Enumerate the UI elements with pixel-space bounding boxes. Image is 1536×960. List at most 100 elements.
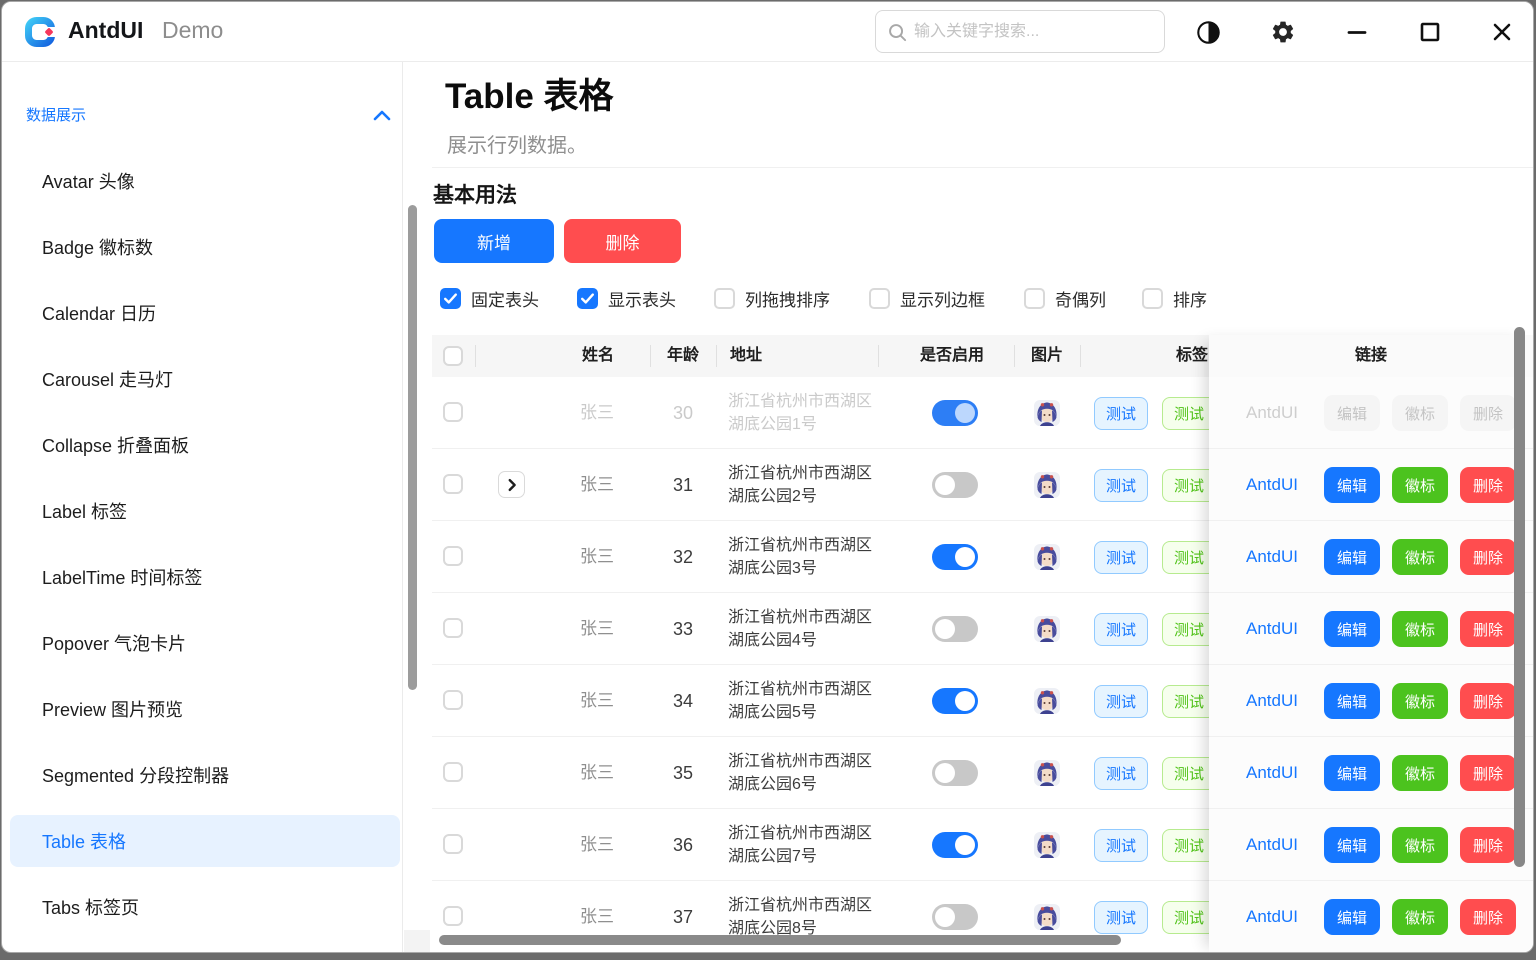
- row-checkbox[interactable]: [443, 834, 463, 854]
- cell-image[interactable]: [1034, 904, 1060, 930]
- enabled-toggle-on[interactable]: [932, 544, 978, 570]
- delete-row-button[interactable]: 删除: [1460, 683, 1516, 719]
- option-checkbox[interactable]: 固定表头: [440, 285, 539, 311]
- delete-row-button[interactable]: 删除: [1460, 611, 1516, 647]
- vertical-scrollbar[interactable]: [1514, 327, 1525, 867]
- antdui-link[interactable]: AntdUI: [1230, 593, 1314, 665]
- cell-image[interactable]: [1034, 472, 1060, 498]
- row-checkbox[interactable]: [443, 690, 463, 710]
- cell-image[interactable]: [1034, 400, 1060, 426]
- sidebar-item-collapse[interactable]: Collapse 折叠面板: [2, 412, 402, 478]
- close-button[interactable]: [1484, 15, 1520, 49]
- cell-name: 张三: [547, 521, 647, 593]
- row-checkbox[interactable]: [443, 474, 463, 494]
- option-label: 显示表头: [608, 286, 676, 311]
- edit-button[interactable]: 编辑: [1324, 539, 1380, 575]
- badge-button[interactable]: 徽标: [1392, 611, 1448, 647]
- minimize-button[interactable]: [1339, 15, 1375, 49]
- option-checkbox[interactable]: 显示列边框: [869, 285, 985, 311]
- sidebar-item-badge[interactable]: Badge 徽标数: [2, 214, 402, 280]
- badge-button[interactable]: 徽标: [1392, 899, 1448, 935]
- search-input[interactable]: [912, 12, 1156, 51]
- sidebar-item-label: Tabs 标签页: [42, 874, 139, 940]
- row-checkbox[interactable]: [443, 546, 463, 566]
- enabled-toggle-off[interactable]: [932, 616, 978, 642]
- enabled-toggle-off[interactable]: [932, 904, 978, 930]
- enabled-toggle-off[interactable]: [932, 760, 978, 786]
- delete-button[interactable]: 删除: [564, 219, 681, 263]
- badge-button[interactable]: 徽标: [1392, 683, 1448, 719]
- enabled-toggle-on[interactable]: [932, 400, 978, 426]
- checkbox-checked-icon[interactable]: [440, 288, 461, 309]
- sidebar-item-carousel[interactable]: Carousel 走马灯: [2, 346, 402, 412]
- row-expand-button[interactable]: [498, 471, 525, 498]
- edit-button[interactable]: 编辑: [1324, 611, 1380, 647]
- edit-button[interactable]: 编辑: [1324, 467, 1380, 503]
- checkbox-unchecked-icon[interactable]: [869, 288, 890, 309]
- delete-row-button[interactable]: 删除: [1460, 539, 1516, 575]
- select-all-checkbox[interactable]: [443, 346, 463, 366]
- antdui-link[interactable]: AntdUI: [1230, 665, 1314, 737]
- sidebar-item-label: Collapse 折叠面板: [42, 412, 189, 478]
- add-button[interactable]: 新增: [434, 219, 554, 263]
- theme-toggle-button[interactable]: [1190, 15, 1226, 49]
- checkbox-unchecked-icon[interactable]: [714, 288, 735, 309]
- sidebar-scrollbar[interactable]: [408, 205, 417, 690]
- antdui-link[interactable]: AntdUI: [1230, 881, 1314, 953]
- horizontal-scrollbar[interactable]: [439, 935, 1121, 945]
- badge-button[interactable]: 徽标: [1392, 827, 1448, 863]
- enabled-toggle-on[interactable]: [932, 832, 978, 858]
- option-checkbox[interactable]: 排序: [1142, 285, 1207, 311]
- checkbox-checked-icon[interactable]: [577, 288, 598, 309]
- sidebar-item-labeltime[interactable]: LabelTime 时间标签: [2, 544, 402, 610]
- sidebar-item-popover[interactable]: Popover 气泡卡片: [2, 610, 402, 676]
- cell-image[interactable]: [1034, 688, 1060, 714]
- antdui-link[interactable]: AntdUI: [1230, 809, 1314, 881]
- option-checkbox[interactable]: 奇偶列: [1024, 285, 1106, 311]
- enabled-toggle-off[interactable]: [932, 472, 978, 498]
- checkbox-unchecked-icon[interactable]: [1024, 288, 1045, 309]
- cell-address: 浙江省杭州市西湖区湖底公园7号: [728, 809, 874, 881]
- delete-row-button[interactable]: 删除: [1460, 755, 1516, 791]
- option-checkbox[interactable]: 显示表头: [577, 285, 676, 311]
- edit-button[interactable]: 编辑: [1324, 755, 1380, 791]
- row-checkbox[interactable]: [443, 762, 463, 782]
- edit-button[interactable]: 编辑: [1324, 899, 1380, 935]
- checkbox-unchecked-icon[interactable]: [1142, 288, 1163, 309]
- row-checkbox[interactable]: [443, 906, 463, 926]
- sidebar-item-segmented[interactable]: Segmented 分段控制器: [2, 742, 402, 808]
- cell-image[interactable]: [1034, 544, 1060, 570]
- cell-image[interactable]: [1034, 760, 1060, 786]
- option-checkbox[interactable]: 列拖拽排序: [714, 285, 830, 311]
- edit-button[interactable]: 编辑: [1324, 827, 1380, 863]
- avatar-image: [1034, 544, 1060, 570]
- row-checkbox[interactable]: [443, 402, 463, 422]
- badge-button[interactable]: 徽标: [1392, 755, 1448, 791]
- cell-address: 浙江省杭州市西湖区湖底公园3号: [728, 521, 874, 593]
- settings-button[interactable]: [1265, 15, 1301, 49]
- badge-button[interactable]: 徽标: [1392, 467, 1448, 503]
- tag-green: 测试: [1162, 757, 1216, 790]
- badge-button[interactable]: 徽标: [1392, 539, 1448, 575]
- cell-image[interactable]: [1034, 832, 1060, 858]
- sidebar-item-avatar[interactable]: Avatar 头像: [2, 148, 402, 214]
- cell-image[interactable]: [1034, 616, 1060, 642]
- antdui-link[interactable]: AntdUI: [1230, 737, 1314, 809]
- delete-row-button[interactable]: 删除: [1460, 899, 1516, 935]
- cell-address: 浙江省杭州市西湖区湖底公园4号: [728, 593, 874, 665]
- sidebar-item-table[interactable]: Table 表格: [2, 808, 402, 874]
- edit-button[interactable]: 编辑: [1324, 683, 1380, 719]
- delete-row-button[interactable]: 删除: [1460, 827, 1516, 863]
- sidebar-item-tabs[interactable]: Tabs 标签页: [2, 874, 402, 940]
- antdui-link[interactable]: AntdUI: [1230, 449, 1314, 521]
- enabled-toggle-on[interactable]: [932, 688, 978, 714]
- antdui-link[interactable]: AntdUI: [1230, 521, 1314, 593]
- chevron-up-icon[interactable]: [371, 106, 393, 124]
- sidebar-item-calendar[interactable]: Calendar 日历: [2, 280, 402, 346]
- row-checkbox[interactable]: [443, 618, 463, 638]
- maximize-button[interactable]: [1412, 15, 1448, 49]
- sidebar-item-preview[interactable]: Preview 图片预览: [2, 676, 402, 742]
- sidebar-item-label[interactable]: Label 标签: [2, 478, 402, 544]
- delete-row-button[interactable]: 删除: [1460, 467, 1516, 503]
- sidebar-section-label[interactable]: 数据展示: [26, 104, 86, 125]
